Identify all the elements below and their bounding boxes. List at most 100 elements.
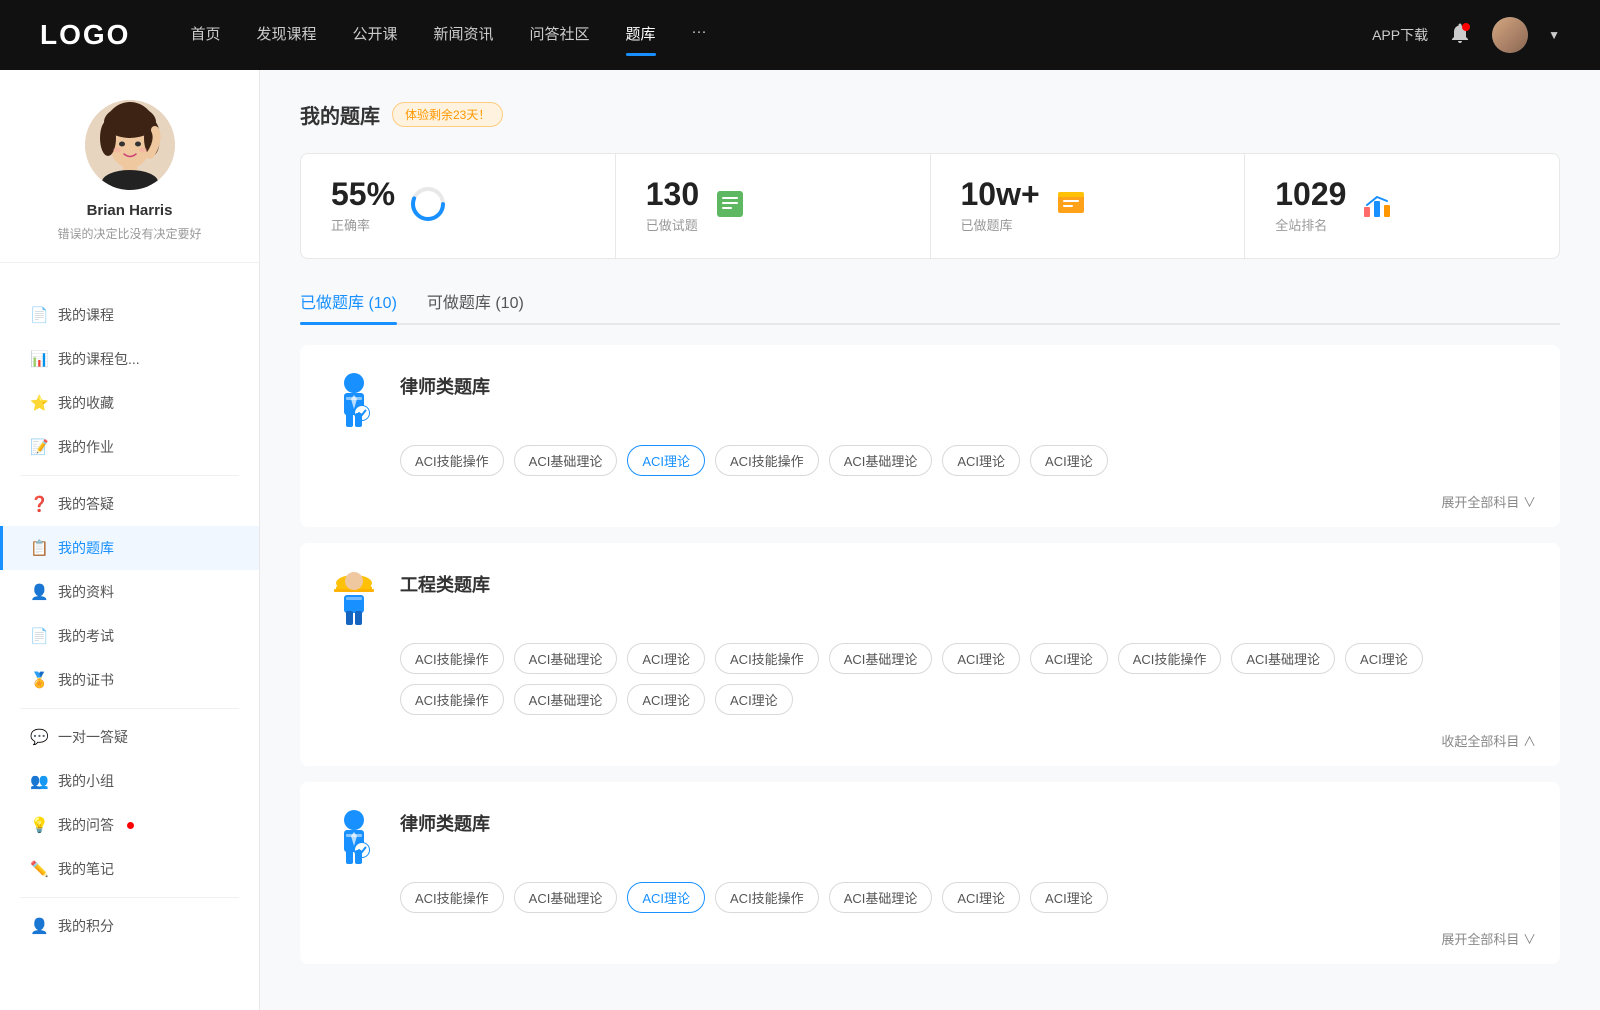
stat-content: 55% 正确率: [331, 178, 395, 234]
main-layout: Brian Harris 错误的决定比没有决定要好 📄 我的课程 📊 我的课程包…: [0, 70, 1600, 1010]
qbank-tag-2-3[interactable]: ACI技能操作: [715, 882, 819, 913]
sidebar-menu: 📄 我的课程 📊 我的课程包... ⭐ 我的收藏 📝 我的作业 ❓ 我的答疑 �: [0, 283, 259, 958]
trial-badge: 体验剩余23天！: [392, 102, 503, 127]
sidebar-divider-3: [20, 897, 239, 898]
qbank-tag-2-0[interactable]: ACI技能操作: [400, 882, 504, 913]
qbank-card-0: 律师类题库 ACI技能操作ACI基础理论ACI理论ACI技能操作ACI基础理论A…: [300, 345, 1560, 527]
qbank-tag-1-4[interactable]: ACI基础理论: [829, 643, 933, 674]
nav-open-course[interactable]: 公开课: [352, 23, 397, 48]
sidebar-item-my-questions[interactable]: 💡 我的问答: [0, 803, 259, 847]
sidebar-item-homework[interactable]: 📝 我的作业: [0, 425, 259, 469]
sidebar-item-course-package[interactable]: 📊 我的课程包...: [0, 337, 259, 381]
qbank-icon: [324, 567, 384, 627]
qbank-icon: [324, 806, 384, 866]
accuracy-chart-icon: [409, 185, 447, 228]
question-bank-icon: 📋: [30, 539, 48, 557]
sidebar: Brian Harris 错误的决定比没有决定要好 📄 我的课程 📊 我的课程包…: [0, 70, 260, 1010]
qbank-tags: ACI技能操作 ACI基础理论 ACI理论 ACI技能操作 ACI基础理论 ACI理论 AC…: [324, 445, 1536, 476]
qbank-tag-1-7[interactable]: ACI技能操作: [1118, 643, 1222, 674]
my-exam-icon: 📄: [30, 627, 48, 645]
homework-icon: 📝: [30, 438, 48, 456]
points-icon: 👤: [30, 917, 48, 935]
sidebar-item-label: 我的课程包...: [58, 349, 140, 369]
nav-home[interactable]: 首页: [190, 23, 220, 48]
qbank-tag-0-0[interactable]: ACI技能操作: [400, 445, 504, 476]
stat-accuracy: 55% 正确率: [301, 154, 615, 258]
stat-label-accuracy: 正确率: [331, 215, 395, 234]
nav-right: APP下载 ▼: [1372, 17, 1560, 53]
my-data-icon: 👤: [30, 583, 48, 601]
1on1-qa-icon: 💬: [30, 728, 48, 746]
qbank-expand-toggle[interactable]: 收起全部科目 ∧: [1441, 731, 1536, 750]
sidebar-item-label: 一对一答疑: [58, 727, 128, 747]
sidebar-item-favorites[interactable]: ⭐ 我的收藏: [0, 381, 259, 425]
qbank-tag-1-12[interactable]: ACI理论: [627, 684, 705, 715]
lawyer-icon: [324, 369, 384, 429]
sidebar-item-qa[interactable]: ❓ 我的答疑: [0, 482, 259, 526]
sidebar-item-label: 我的考试: [58, 626, 114, 646]
qbank-tag-1-13[interactable]: ACI理论: [715, 684, 793, 715]
tab-done-qbank[interactable]: 已做题库 (10): [300, 289, 397, 323]
stat-done-questions: 130 已做试题: [616, 154, 930, 258]
qbank-icon: [324, 369, 384, 429]
ranking-icon: [1360, 187, 1394, 226]
nav-discover[interactable]: 发现课程: [256, 23, 316, 48]
sidebar-item-certificate[interactable]: 🏅 我的证书: [0, 658, 259, 702]
qbank-card-2: 律师类题库 ACI技能操作ACI基础理论ACI理论ACI技能操作ACI基础理论A…: [300, 782, 1560, 964]
stat-label-rank: 全站排名: [1275, 215, 1346, 234]
sidebar-item-label: 我的证书: [58, 670, 114, 690]
qbank-tag-0-3[interactable]: ACI技能操作: [715, 445, 819, 476]
qa-icon: ❓: [30, 495, 48, 513]
qbank-tag-2-1[interactable]: ACI基础理论: [514, 882, 618, 913]
stat-content: 1029 全站排名: [1275, 178, 1346, 234]
questions-icon: [713, 187, 747, 226]
certificate-icon: 🏅: [30, 671, 48, 689]
qbank-expand-toggle[interactable]: 展开全部科目 ∨: [1441, 929, 1536, 948]
sidebar-item-my-exam[interactable]: 📄 我的考试: [0, 614, 259, 658]
qbank-tag-0-1[interactable]: ACI基础理论: [514, 445, 618, 476]
sidebar-item-my-data[interactable]: 👤 我的资料: [0, 570, 259, 614]
notification-dot: [127, 822, 134, 829]
sidebar-item-my-courses[interactable]: 📄 我的课程: [0, 293, 259, 337]
avatar-image: [85, 100, 175, 190]
qbank-tag-1-8[interactable]: ACI基础理论: [1231, 643, 1335, 674]
qbank-tag-1-6[interactable]: ACI理论: [1030, 643, 1108, 674]
qbank-footer: 展开全部科目 ∨: [324, 484, 1536, 511]
qbank-tag-2-6[interactable]: ACI理论: [1030, 882, 1108, 913]
stat-label-qbank-count: 已做题库: [961, 215, 1040, 234]
sidebar-item-points[interactable]: 👤 我的积分: [0, 904, 259, 948]
nav-more[interactable]: ···: [692, 23, 707, 48]
user-menu-chevron[interactable]: ▼: [1548, 28, 1560, 42]
tab-available-qbank[interactable]: 可做题库 (10): [427, 289, 524, 323]
qbank-tag-1-2[interactable]: ACI理论: [627, 643, 705, 674]
my-group-icon: 👥: [30, 772, 48, 790]
sidebar-item-notes[interactable]: ✏️ 我的笔记: [0, 847, 259, 891]
nav-qa[interactable]: 问答社区: [530, 23, 590, 48]
notification-bell[interactable]: [1448, 21, 1472, 50]
qbank-tag-0-2[interactable]: ACI理论: [627, 445, 705, 476]
qbank-tag-1-11[interactable]: ACI基础理论: [514, 684, 618, 715]
qbank-tag-0-4[interactable]: ACI基础理论: [829, 445, 933, 476]
qbank-expand-toggle[interactable]: 展开全部科目 ∨: [1441, 492, 1536, 511]
qbank-tag-2-5[interactable]: ACI理论: [942, 882, 1020, 913]
qbank-tag-1-10[interactable]: ACI技能操作: [400, 684, 504, 715]
stat-value-rank: 1029: [1275, 178, 1346, 210]
qbank-tag-0-6[interactable]: ACI理论: [1030, 445, 1108, 476]
qbank-tag-1-0[interactable]: ACI技能操作: [400, 643, 504, 674]
qbank-tag-1-3[interactable]: ACI技能操作: [715, 643, 819, 674]
qbank-tag-2-4[interactable]: ACI基础理论: [829, 882, 933, 913]
sidebar-profile: Brian Harris 错误的决定比没有决定要好: [0, 100, 259, 263]
qbank-tag-2-2[interactable]: ACI理论: [627, 882, 705, 913]
sidebar-item-question-bank[interactable]: 📋 我的题库: [0, 526, 259, 570]
qbank-tag-1-9[interactable]: ACI理论: [1345, 643, 1423, 674]
nav-question-bank[interactable]: 题库: [626, 23, 656, 48]
qbank-card-1: 工程类题库 ACI技能操作ACI基础理论ACI理论ACI技能操作ACI基础理论A…: [300, 543, 1560, 766]
qbank-tag-0-5[interactable]: ACI理论: [942, 445, 1020, 476]
sidebar-item-my-group[interactable]: 👥 我的小组: [0, 759, 259, 803]
user-avatar[interactable]: [1492, 17, 1528, 53]
nav-news[interactable]: 新闻资讯: [434, 23, 494, 48]
qbank-tag-1-1[interactable]: ACI基础理论: [514, 643, 618, 674]
app-download-button[interactable]: APP下载: [1372, 25, 1428, 45]
sidebar-item-1on1-qa[interactable]: 💬 一对一答疑: [0, 715, 259, 759]
qbank-tag-1-5[interactable]: ACI理论: [942, 643, 1020, 674]
